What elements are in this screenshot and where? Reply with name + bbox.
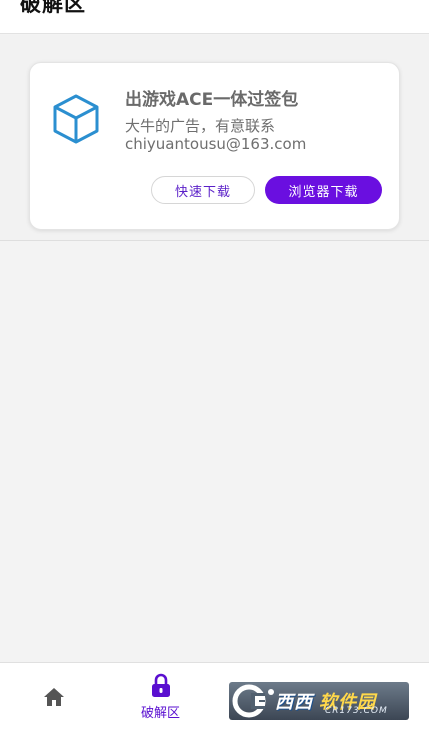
card-description: 大牛的广告，有意联系 <box>125 117 276 135</box>
card-title: 出游戏ACE一体过签包 <box>125 90 299 110</box>
screen: 破解区 出游戏ACE一体过签包 大牛的广告，有意联系 chiyuantousu@… <box>0 0 429 730</box>
nav-crack-label: 破解区 <box>140 706 180 721</box>
quick-download-button[interactable]: 快速下载 <box>151 176 255 204</box>
nav-crack-zone[interactable]: 破解区 <box>89 663 232 730</box>
card-email: chiyuantousu@163.com <box>125 135 307 153</box>
lock-icon <box>151 673 170 697</box>
browser-download-button[interactable]: 浏览器下载 <box>265 176 382 204</box>
watermark-text-primary: 西西 <box>275 692 313 713</box>
watermark-logo: 西西 软件园 CR173.COM <box>229 682 409 720</box>
header: 破解区 <box>0 0 429 34</box>
home-icon <box>43 688 64 706</box>
page-title: 破解区 <box>20 0 86 16</box>
cube-icon <box>53 94 99 144</box>
watermark-subtext: CR173.COM <box>325 706 388 716</box>
app-card[interactable]: 出游戏ACE一体过签包 大牛的广告，有意联系 chiyuantousu@163.… <box>29 62 400 230</box>
watermark-mark-icon <box>232 684 274 718</box>
